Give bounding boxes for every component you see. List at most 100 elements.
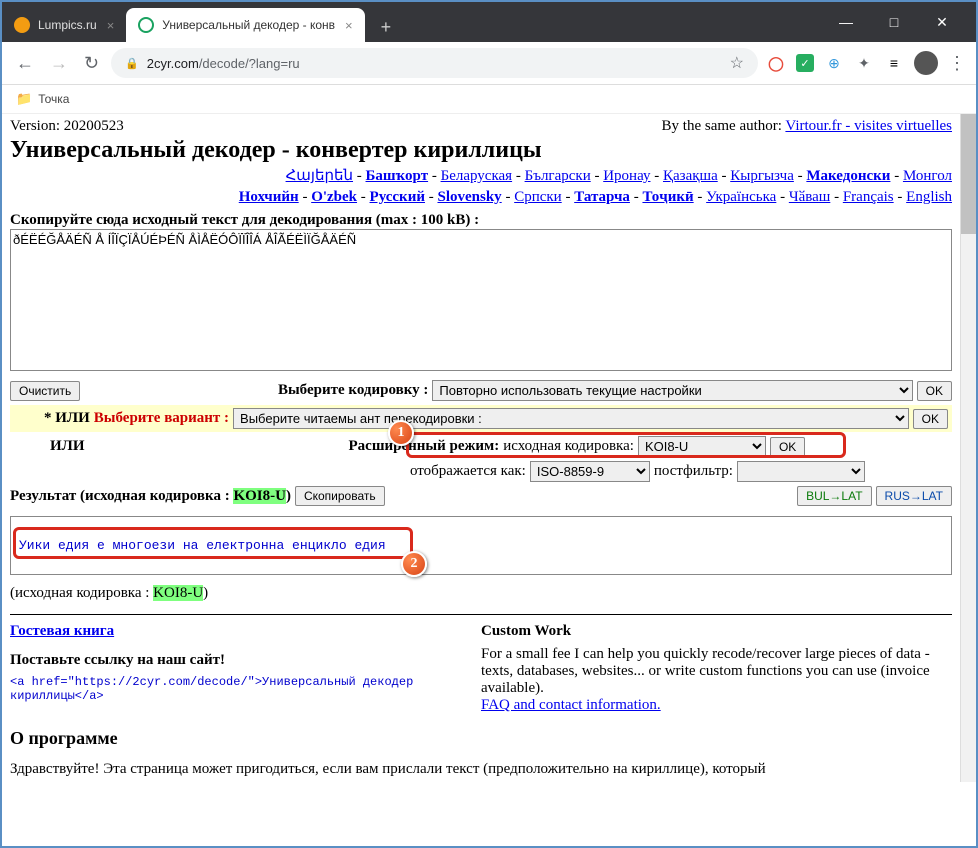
lang-link[interactable]: Беларуская [441,168,513,184]
checkmark-icon[interactable]: ✓ [796,54,814,72]
profile-avatar[interactable] [914,51,938,75]
page-content: Version: 20200523 By the same author: Vi… [2,114,960,782]
extensions-icon[interactable]: ✦ [854,53,874,73]
ok-button[interactable]: OK [917,381,952,401]
link-us-heading: Поставьте ссылку на наш сайт! [10,652,461,669]
tab-decoder[interactable]: Универсальный декодер - конв × [126,8,364,42]
language-links: Հայերեն - Башҡорт - Беларуская - Българс… [10,166,952,208]
custom-work-text: For a small fee I can help you quickly r… [481,646,932,697]
src-encoding-select[interactable]: KOI8-U [638,436,766,457]
lang-link[interactable]: Тоҷикӣ [642,189,693,205]
lang-link[interactable]: Српски [514,189,562,205]
result-box: Уики едия е многоези на електронна енцик… [10,516,952,575]
or-label: * ИЛИ [44,410,90,427]
or-label: ИЛИ [50,438,85,455]
author-text: By the same author: Virtour.fr - visites… [662,118,952,135]
version-text: Version: 20200523 [10,118,124,135]
tab-title: Универсальный декодер - конв [162,18,335,32]
lang-link[interactable]: Татарча [574,189,630,205]
postfilter-label: постфильтр: [654,463,733,480]
code-sample: <a href="https://2cyr.com/decode/">Униве… [10,675,461,703]
lang-link[interactable]: O'zbek [311,189,357,205]
window-controls: — □ ✕ [832,14,966,31]
source-textarea[interactable] [10,229,952,371]
lang-link[interactable]: Français [843,189,894,205]
ok-button[interactable]: OK [770,437,805,457]
maximize-button[interactable]: □ [880,14,908,31]
close-icon[interactable]: × [107,18,115,33]
encoding-select[interactable]: Повторно использовать текущие настройки [432,380,912,401]
lang-link[interactable]: Кыргызча [730,168,794,184]
select-variant-label: Выберите вариант : [94,410,229,427]
lang-link[interactable]: Башҡорт [366,168,429,184]
favicon-icon [14,17,30,33]
displayed-as-select[interactable]: ISO-8859-9 [530,461,650,482]
scroll-thumb[interactable] [961,114,976,234]
lang-link[interactable]: Русский [370,189,425,205]
close-window-button[interactable]: ✕ [928,14,956,31]
minimize-button[interactable]: — [832,14,860,31]
lang-link[interactable]: Македонски [806,168,890,184]
annotation-marker-2: 2 [401,551,427,577]
displayed-as-label: отображается как: [410,463,526,480]
page-title: Универсальный декодер - конвертер кирилл… [10,137,952,164]
vertical-scrollbar[interactable] [960,114,976,782]
clear-button[interactable]: Очистить [10,381,80,401]
adblock-icon[interactable]: ◯ [766,53,786,73]
result-label: Результат (исходная кодировка : KOI8-U) [10,488,291,505]
lang-link[interactable]: Български [525,168,591,184]
folder-icon: 📁 [16,91,32,107]
url-domain: 2cyr.com [147,56,199,71]
globe-icon[interactable]: ⊕ [824,53,844,73]
reload-button[interactable]: ↻ [80,49,103,78]
lang-link[interactable]: Чӑваш [789,189,831,205]
instruction-label: Скопируйте сюда исходный текст для декод… [10,212,952,229]
src-encoding-label: исходная кодировка: [503,438,634,455]
back-button[interactable]: ← [12,49,38,78]
about-text: Здравствуйте! Эта страница может пригоди… [10,761,952,778]
new-tab-button[interactable]: + [377,13,396,42]
custom-work-heading: Custom Work [481,623,932,640]
lang-link[interactable]: Қазақша [663,168,718,184]
lang-link[interactable]: Հայերեն [286,168,353,184]
tab-title: Lumpics.ru [38,18,97,32]
postfilter-select[interactable] [737,461,865,482]
lang-link[interactable]: English [906,189,952,205]
favicon-icon [138,17,154,33]
url-input[interactable]: 🔒 2cyr.com/decode/?lang=ru ☆ [111,48,758,78]
variant-select[interactable]: Выберите читаемы ант перекодировки : [233,408,909,429]
tabs-area: Lumpics.ru × Универсальный декодер - кон… [2,2,395,42]
right-column: Custom Work For a small fee I can help y… [481,623,952,714]
menu-button[interactable]: ⋮ [948,53,966,74]
ok-button[interactable]: OK [913,409,948,429]
lang-link[interactable]: Иронау [603,168,650,184]
variant-row: * ИЛИ Выберите вариант : Выберите читаем… [10,405,952,432]
guestbook-link[interactable]: Гостевая книга [10,623,114,639]
lang-link[interactable]: Українська [706,189,776,205]
bookmark-item[interactable]: Точка [38,92,69,106]
lang-link[interactable]: Slovensky [437,189,501,205]
forward-button[interactable]: → [46,49,72,78]
bul-lat-button[interactable]: BUL→LAT [797,486,871,506]
address-bar: ← → ↻ 🔒 2cyr.com/decode/?lang=ru ☆ ◯ ✓ ⊕… [2,42,976,85]
browser-chrome-top: Lumpics.ru × Универсальный декодер - кон… [2,2,976,42]
reading-list-icon[interactable]: ≡ [884,53,904,73]
author-link[interactable]: Virtour.fr - visites virtuelles [785,118,952,134]
tab-lumpics[interactable]: Lumpics.ru × [2,8,126,42]
copy-button[interactable]: Скопировать [295,486,385,506]
left-column: Гостевая книга Поставьте ссылку на наш с… [10,623,481,714]
result-text: Уики едия е многоези на електронна енцик… [19,538,386,553]
bookmark-star-icon[interactable]: ☆ [730,53,744,73]
lang-link[interactable]: Нохчийн [239,189,299,205]
advanced-label: Расширенный режим: [349,438,500,455]
rus-lat-button[interactable]: RUS→LAT [876,486,952,506]
annotation-marker-1: 1 [388,420,414,446]
src-encoding-line: (исходная кодировка : KOI8-U) [10,585,952,602]
faq-link[interactable]: FAQ and contact information. [481,697,661,713]
extension-icons: ◯ ✓ ⊕ ✦ ≡ ⋮ [766,51,966,75]
lang-link[interactable]: Монгол [903,168,952,184]
close-icon[interactable]: × [345,18,353,33]
lock-icon: 🔒 [125,57,139,70]
bookmarks-bar: 📁 Точка [2,85,976,114]
select-encoding-label: Выберите кодировку : [278,382,428,399]
